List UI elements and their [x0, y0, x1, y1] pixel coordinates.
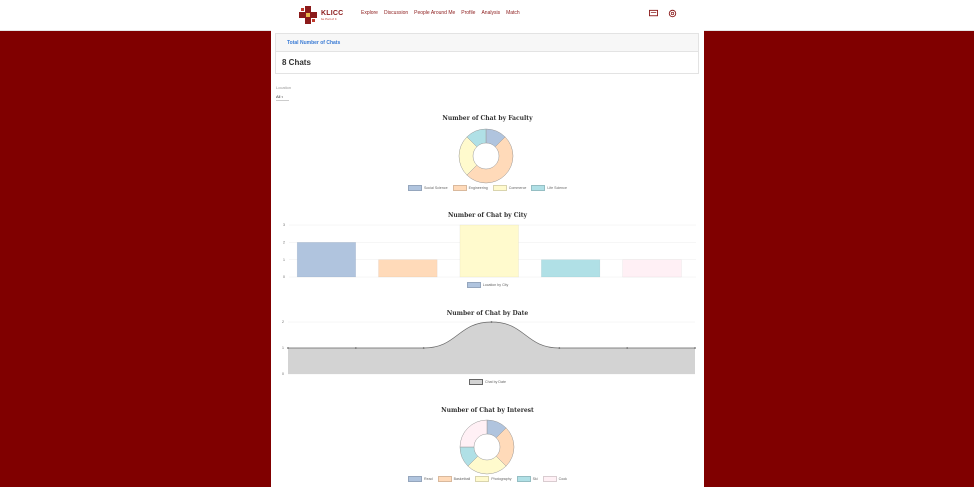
city-bar[interactable]: [541, 259, 601, 278]
y-tick-label: 0: [283, 275, 285, 279]
total-chats-header: Total Number of Chats: [275, 33, 699, 52]
legend-label: Location by City: [482, 283, 509, 287]
legend-swatch: [542, 476, 557, 482]
legend-swatch: [408, 185, 423, 191]
logo-tagline: be Part of It: [321, 16, 337, 21]
legend-label: Ski: [532, 477, 538, 481]
interest-chart-title: Number of Chat by Interest: [441, 407, 534, 414]
city-chart-legend: Location by City: [271, 282, 704, 288]
data-point[interactable]: [287, 347, 289, 349]
legend-item[interactable]: Chat by Date: [469, 379, 506, 385]
total-chats-value: 8 Chats: [275, 52, 699, 74]
legend-label: Chat by Date: [485, 380, 506, 384]
legend-swatch: [466, 282, 481, 288]
nav-explore[interactable]: Explore: [361, 10, 378, 16]
legend-swatch: [492, 185, 507, 191]
nav-profile[interactable]: Profile: [461, 10, 475, 16]
data-point[interactable]: [626, 347, 629, 349]
legend-label: Social Science: [424, 186, 448, 190]
legend-label: Read: [424, 477, 433, 481]
legend-swatch: [437, 476, 452, 482]
legend-item[interactable]: Life Science: [531, 185, 567, 191]
date-area-chart: 0 1 2: [282, 320, 696, 376]
nav-discussion[interactable]: Discussion: [384, 10, 408, 16]
faculty-chart-legend: Social Science Engineering Commerce Life…: [271, 185, 704, 191]
message-icon[interactable]: [649, 9, 658, 18]
legend-swatch: [475, 476, 490, 482]
analysis-page: Total Number of Chats 8 Chats Location A…: [271, 30, 704, 487]
city-chart-title: Number of Chat by City: [447, 212, 528, 219]
legend-label: Commerce: [508, 186, 527, 190]
settings-icon[interactable]: [668, 9, 677, 18]
data-point[interactable]: [490, 321, 493, 323]
city-bar[interactable]: [459, 224, 519, 278]
chevron-down-icon: ▾: [281, 94, 283, 99]
legend-label: Basketball: [453, 477, 471, 481]
interest-donut-chart: [459, 419, 515, 475]
legend-item[interactable]: Read: [408, 476, 433, 482]
date-chart-legend: Chat by Date: [271, 379, 704, 385]
legend-item[interactable]: Commerce: [492, 185, 527, 191]
data-point[interactable]: [354, 347, 357, 349]
y-tick-label: 3: [283, 223, 285, 227]
city-bar[interactable]: [378, 259, 438, 278]
location-select[interactable]: All ▾: [276, 93, 289, 101]
location-select-value: All: [276, 94, 281, 99]
donut-slice[interactable]: [459, 419, 488, 448]
main-nav: Explore Discussion People Around Me Prof…: [361, 10, 520, 16]
y-tick-label: 2: [282, 320, 284, 324]
legend-item[interactable]: Social Science: [408, 185, 448, 191]
legend-label: Cook: [558, 477, 567, 481]
faculty-donut-chart: [458, 128, 514, 184]
data-point[interactable]: [422, 347, 425, 349]
faculty-chart-title: Number of Chat by Faculty: [442, 115, 533, 122]
y-tick-label: 2: [283, 241, 285, 245]
nav-analysis[interactable]: Analysis: [481, 10, 500, 16]
y-tick-label: 1: [282, 346, 284, 350]
city-bar[interactable]: [296, 242, 356, 278]
legend-item[interactable]: Ski: [516, 476, 538, 482]
legend-item[interactable]: Engineering: [452, 185, 488, 191]
legend-swatch: [408, 476, 423, 482]
date-chart-title: Number of Chat by Date: [446, 310, 529, 317]
klicc-logo-icon: [299, 6, 317, 24]
data-point[interactable]: [558, 347, 561, 349]
legend-item[interactable]: Cook: [542, 476, 567, 482]
legend-swatch: [469, 379, 483, 385]
legend-item[interactable]: Location by City: [466, 282, 509, 288]
city-bar[interactable]: [622, 259, 682, 278]
y-tick-label: 1: [283, 258, 285, 262]
brand-logo[interactable]: KLICC be Part of It: [299, 4, 359, 26]
legend-label: Engineering: [468, 186, 488, 190]
interest-chart-legend: Read Basketball Photography Ski Cook: [271, 476, 704, 482]
legend-item[interactable]: Basketball: [437, 476, 471, 482]
legend-label: Life Science: [547, 186, 567, 190]
logo-title: KLICC: [321, 9, 344, 17]
top-navbar: KLICC be Part of It Explore Discussion P…: [0, 0, 974, 31]
city-bar-chart: 0 1 2 3: [283, 223, 696, 279]
data-point[interactable]: [694, 347, 696, 349]
nav-match[interactable]: Match: [506, 10, 520, 16]
nav-people-around-me[interactable]: People Around Me: [414, 10, 455, 16]
legend-label: Photography: [491, 477, 512, 481]
location-label: Location: [276, 85, 292, 90]
legend-swatch: [531, 185, 546, 191]
legend-swatch: [516, 476, 531, 482]
legend-item[interactable]: Photography: [475, 476, 512, 482]
legend-swatch: [452, 185, 467, 191]
y-tick-label: 0: [282, 372, 284, 376]
